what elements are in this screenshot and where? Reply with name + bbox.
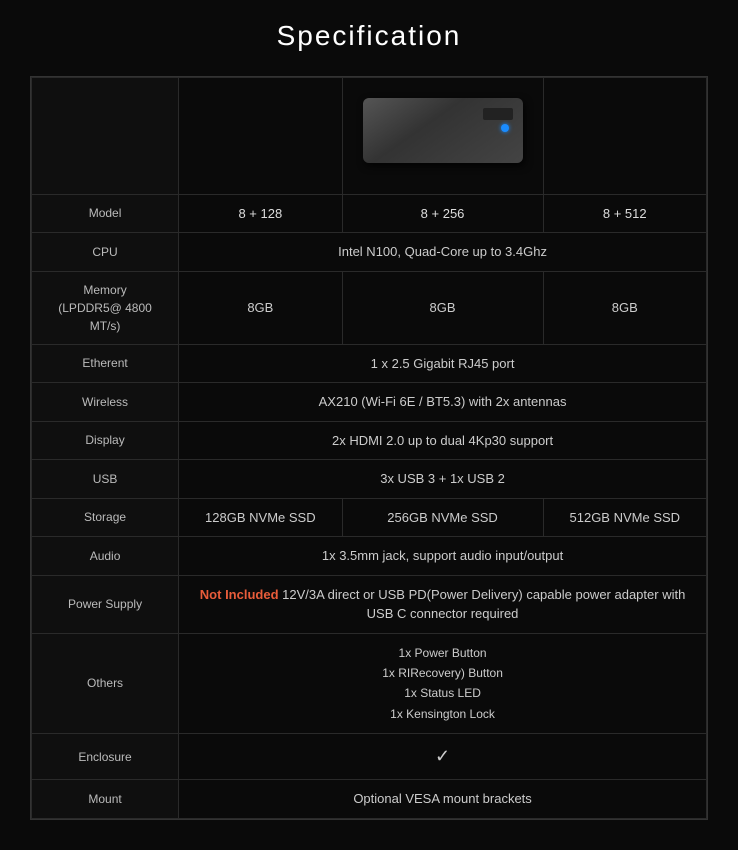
- table-row-power: Power Supply Not Included 12V/3A direct …: [32, 575, 707, 633]
- table-row-mount: Mount Optional VESA mount brackets: [32, 780, 707, 819]
- table-row-display: Display 2x HDMI 2.0 up to dual 4Kp30 sup…: [32, 421, 707, 460]
- label-power: Power Supply: [32, 575, 179, 633]
- display-value: 2x HDMI 2.0 up to dual 4Kp30 support: [179, 421, 707, 460]
- table-row-usb: USB 3x USB 3 + 1x USB 2: [32, 460, 707, 499]
- ethernet-value: 1 x 2.5 Gigabit RJ45 port: [179, 344, 707, 383]
- storage-2: 256GB NVMe SSD: [342, 498, 543, 537]
- usb-value: 3x USB 3 + 1x USB 2: [179, 460, 707, 499]
- others-value: 1x Power Button 1x RIRecovery) Button 1x…: [179, 633, 707, 734]
- table-row-others: Others 1x Power Button 1x RIRecovery) Bu…: [32, 633, 707, 734]
- product-image: [363, 98, 523, 168]
- not-included-label: Not Included: [200, 587, 279, 602]
- storage-3: 512GB NVMe SSD: [543, 498, 706, 537]
- image-label-cell: [32, 78, 179, 195]
- label-cpu: CPU: [32, 233, 179, 272]
- model-3: 8 + 512: [543, 194, 706, 233]
- power-value: Not Included 12V/3A direct or USB PD(Pow…: [179, 575, 707, 633]
- device-body: [363, 98, 523, 163]
- table-row-model: Model 8 + 128 8 + 256 8 + 512: [32, 194, 707, 233]
- label-usb: USB: [32, 460, 179, 499]
- table-row-enclosure: Enclosure ✓: [32, 734, 707, 780]
- enclosure-value: ✓: [179, 734, 707, 780]
- cpu-value: Intel N100, Quad-Core up to 3.4Ghz: [179, 233, 707, 272]
- table-row-storage: Storage 128GB NVMe SSD 256GB NVMe SSD 51…: [32, 498, 707, 537]
- storage-1: 128GB NVMe SSD: [179, 498, 342, 537]
- table-row-audio: Audio 1x 3.5mm jack, support audio input…: [32, 537, 707, 576]
- image-cell-1: [179, 78, 342, 195]
- label-memory: Memory (LPDDR5@ 4800 MT/s): [32, 271, 179, 344]
- model-2: 8 + 256: [342, 194, 543, 233]
- label-audio: Audio: [32, 537, 179, 576]
- model-1: 8 + 128: [179, 194, 342, 233]
- spec-table-wrapper: Model 8 + 128 8 + 256 8 + 512 CPU Intel …: [30, 76, 708, 820]
- table-row-ethernet: Etherent 1 x 2.5 Gigabit RJ45 port: [32, 344, 707, 383]
- mount-value: Optional VESA mount brackets: [179, 780, 707, 819]
- memory-1: 8GB: [179, 271, 342, 344]
- image-cell-3: [543, 78, 706, 195]
- label-storage: Storage: [32, 498, 179, 537]
- spec-table: Model 8 + 128 8 + 256 8 + 512 CPU Intel …: [31, 77, 707, 819]
- label-mount: Mount: [32, 780, 179, 819]
- label-wireless: Wireless: [32, 383, 179, 422]
- label-others: Others: [32, 633, 179, 734]
- label-enclosure: Enclosure: [32, 734, 179, 780]
- checkmark-icon: ✓: [435, 746, 450, 766]
- table-row-memory: Memory (LPDDR5@ 4800 MT/s) 8GB 8GB 8GB: [32, 271, 707, 344]
- label-display: Display: [32, 421, 179, 460]
- image-cell-2: [342, 78, 543, 195]
- wireless-value: AX210 (Wi-Fi 6E / BT5.3) with 2x antenna…: [179, 383, 707, 422]
- memory-2: 8GB: [342, 271, 543, 344]
- label-ethernet: Etherent: [32, 344, 179, 383]
- table-row-wireless: Wireless AX210 (Wi-Fi 6E / BT5.3) with 2…: [32, 383, 707, 422]
- audio-value: 1x 3.5mm jack, support audio input/outpu…: [179, 537, 707, 576]
- table-row-cpu: CPU Intel N100, Quad-Core up to 3.4Ghz: [32, 233, 707, 272]
- label-model: Model: [32, 194, 179, 233]
- page-title: Specification: [277, 20, 462, 52]
- product-image-row: [32, 78, 707, 195]
- memory-3: 8GB: [543, 271, 706, 344]
